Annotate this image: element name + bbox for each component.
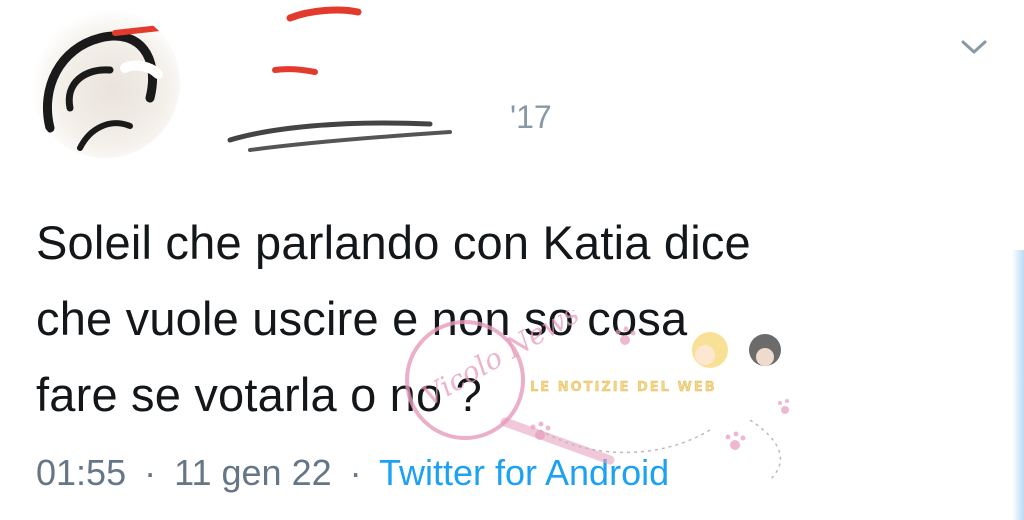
scroll-edge bbox=[1012, 250, 1024, 520]
tweet-source-link[interactable]: Twitter for Android bbox=[379, 452, 669, 493]
tweet-text: Soleil che parlando con Katia dice che v… bbox=[36, 216, 751, 421]
meta-separator: · bbox=[349, 452, 362, 493]
tweet-time[interactable]: 01:55 bbox=[36, 452, 126, 493]
redaction-scribble-icon bbox=[42, 25, 163, 151]
avatar[interactable] bbox=[30, 8, 180, 158]
tweet-header: '17 bbox=[0, 0, 1024, 170]
meta-separator: · bbox=[144, 452, 157, 493]
name-redaction: '17 bbox=[227, 6, 552, 152]
tweet-card: '17 Soleil che parlando con Katia dice c… bbox=[0, 0, 1024, 520]
tweet-date[interactable]: 11 gen 22 bbox=[174, 452, 331, 493]
handle-fragment: '17 bbox=[510, 99, 552, 135]
watermark-banner: LE NOTIZIE DEL WEB bbox=[530, 380, 717, 395]
chevron-down-icon[interactable] bbox=[960, 38, 988, 56]
tweet-meta: 01:55 · 11 gen 22 · Twitter for Android bbox=[36, 452, 669, 494]
